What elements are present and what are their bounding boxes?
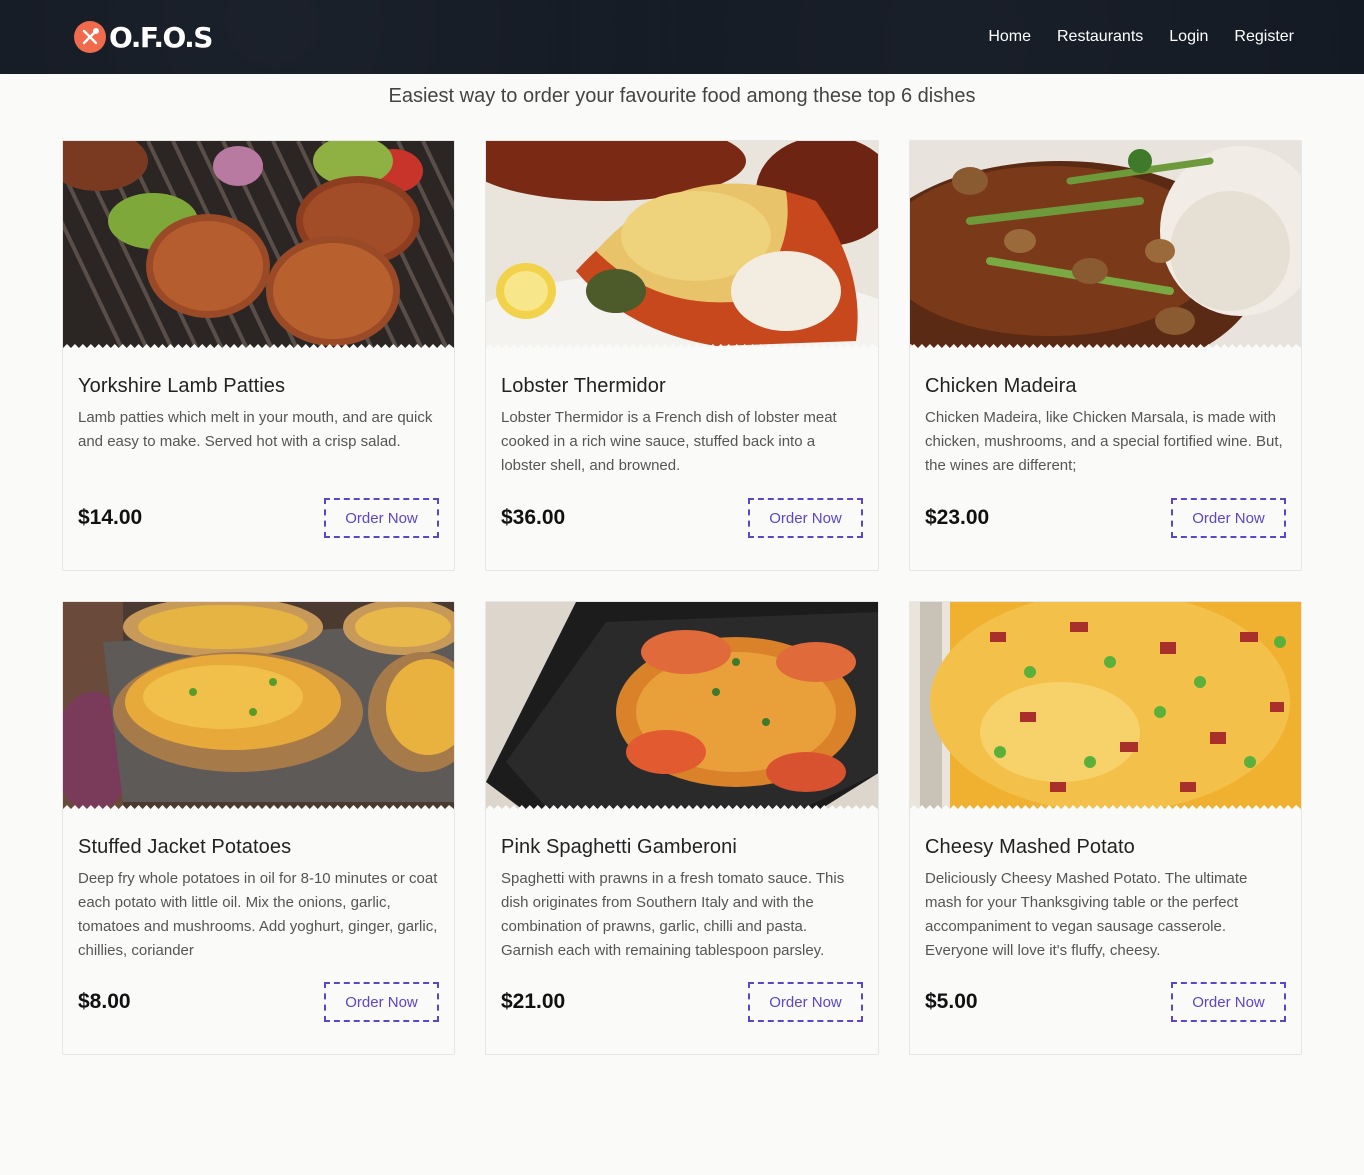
main-nav: Home Restaurants Login Register [988,28,1294,46]
dish-price: $36.00 [501,506,566,529]
dish-card: Lobster Thermidor Lobster Thermidor is a… [485,140,879,571]
dish-image [63,141,454,351]
nav-home[interactable]: Home [988,28,1031,46]
navbar: O.F.O.S Home Restaurants Login Register [0,0,1364,74]
dish-image [910,141,1301,351]
dish-description: Chicken Madeira, like Chicken Marsala, i… [925,409,1283,474]
order-now-button[interactable]: Order Now [748,498,863,538]
brand-name: O.F.O.S [109,20,213,54]
dish-card: Pink Spaghetti Gamberoni Spaghetti with … [485,601,879,1055]
page-tagline: Easiest way to order your favourite food… [388,85,976,107]
dish-card: Stuffed Jacket Potatoes Deep fry whole p… [62,601,455,1055]
dish-title: Lobster Thermidor [501,375,666,397]
dish-description: Deep fry whole potatoes in oil for 8-10 … [78,870,438,959]
dish-description: Lobster Thermidor is a French dish of lo… [501,409,837,474]
order-now-button[interactable]: Order Now [748,982,863,1022]
order-now-button[interactable]: Order Now [324,498,439,538]
dish-price: $5.00 [925,990,978,1013]
dish-image [63,602,454,812]
dish-title: Yorkshire Lamb Patties [78,375,286,397]
fork-spoon-icon [74,21,106,53]
dish-price: $14.00 [78,506,143,529]
dish-description: Spaghetti with prawns in a fresh tomato … [501,870,845,959]
dish-price: $21.00 [501,990,566,1013]
dish-card: Cheesy Mashed Potato Deliciously Cheesy … [909,601,1302,1055]
dish-card: Chicken Madeira Chicken Madeira, like Ch… [909,140,1302,571]
brand-logo[interactable]: O.F.O.S [74,20,213,54]
dish-card: Yorkshire Lamb Patties Lamb patties whic… [62,140,455,571]
dish-title: Stuffed Jacket Potatoes [78,836,292,858]
dish-price: $23.00 [925,506,990,529]
order-now-button[interactable]: Order Now [324,982,439,1022]
order-now-button[interactable]: Order Now [1171,498,1286,538]
dish-image [486,141,878,351]
dish-title: Cheesy Mashed Potato [925,836,1135,858]
dish-image [486,602,878,812]
dish-image [910,602,1301,812]
nav-login[interactable]: Login [1169,28,1208,46]
dish-grid: Yorkshire Lamb Patties Lamb patties whic… [62,140,1302,1055]
dish-description: Lamb patties which melt in your mouth, a… [78,409,433,450]
order-now-button[interactable]: Order Now [1171,982,1286,1022]
dish-description: Deliciously Cheesy Mashed Potato. The ul… [925,870,1248,959]
nav-restaurants[interactable]: Restaurants [1057,28,1143,46]
dish-title: Chicken Madeira [925,375,1077,397]
dish-title: Pink Spaghetti Gamberoni [501,836,737,858]
nav-register[interactable]: Register [1234,28,1294,46]
dish-price: $8.00 [78,990,131,1013]
